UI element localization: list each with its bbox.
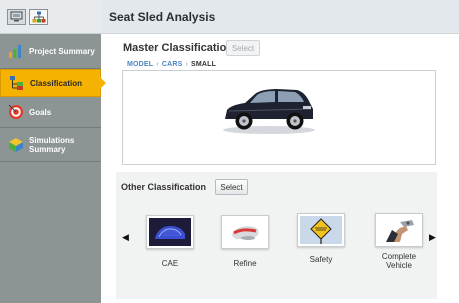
- master-classification-title: Master Classification: [123, 42, 234, 54]
- car-icon: [223, 89, 315, 134]
- breadcrumb-small: SMALL: [190, 61, 217, 68]
- thumbnail-label: CAE: [161, 259, 179, 268]
- breadcrumb-cars[interactable]: CARS: [162, 61, 183, 68]
- carousel-prev-icon[interactable]: ◀: [122, 232, 129, 243]
- sidebar-item-classification[interactable]: Classification: [0, 69, 106, 97]
- master-select-button[interactable]: Select: [226, 40, 260, 56]
- thumbnail-complete-vehicle[interactable]: [375, 213, 423, 247]
- monitor-button[interactable]: [7, 8, 26, 25]
- thumbnail-safety[interactable]: [297, 213, 345, 247]
- page-header: Seat Sled Analysis: [101, 0, 459, 34]
- carousel-next-icon[interactable]: ▶: [429, 232, 436, 243]
- other-select-button[interactable]: Select: [215, 179, 248, 195]
- thumbnail-refine[interactable]: [221, 215, 269, 249]
- cae-mesh-icon: [149, 218, 191, 246]
- thumbnail-label: Safety: [309, 255, 333, 264]
- hierarchy-icon: [32, 11, 45, 22]
- page-title: Seat Sled Analysis: [109, 10, 216, 24]
- sidebar-item-goals[interactable]: Goals: [0, 97, 101, 128]
- refine-icon: [224, 218, 266, 246]
- sidebar-item-label: Classification: [30, 78, 83, 88]
- sidebar-item-label: Goals: [29, 107, 52, 117]
- thumbnail-cae[interactable]: [146, 215, 194, 249]
- breadcrumb-separator: ›: [185, 61, 188, 68]
- sidebar-item-simulations-summary[interactable]: Simulations Summary: [0, 128, 101, 162]
- breadcrumb-separator: ›: [156, 61, 159, 68]
- bar-chart-icon: [8, 43, 24, 59]
- cube-icon: [8, 137, 24, 153]
- safety-sign-icon: [300, 216, 342, 244]
- target-icon: [8, 104, 24, 120]
- tree-icon: [9, 75, 25, 91]
- sidebar-item-label: Project Summary: [29, 46, 95, 56]
- other-classification-title: Other Classification: [121, 182, 207, 192]
- sidebar: Project Summary Classification Goals Sim…: [0, 0, 106, 303]
- thumbnail-label: Refine: [233, 259, 257, 268]
- sidebar-toolbar: [0, 0, 101, 34]
- sidebar-item-label: Simulations Summary: [29, 135, 75, 154]
- complete-vehicle-icon: [378, 216, 420, 244]
- breadcrumb: MODEL › CARS › SMALL: [127, 61, 216, 68]
- monitor-icon: [10, 11, 23, 22]
- thumbnail-label: Complete Vehicle: [381, 252, 417, 270]
- hierarchy-button[interactable]: [29, 8, 48, 25]
- breadcrumb-model[interactable]: MODEL: [127, 61, 153, 68]
- sidebar-item-project-summary[interactable]: Project Summary: [0, 34, 101, 69]
- master-classification-image-box: [122, 70, 436, 165]
